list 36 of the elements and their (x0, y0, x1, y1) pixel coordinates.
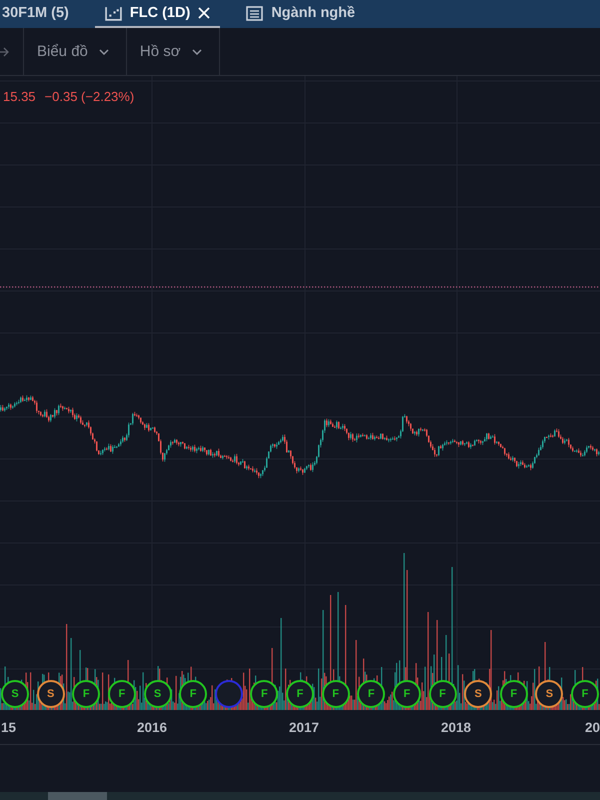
axis-label: 15 (0, 720, 16, 734)
tab[interactable]: FLC (1D) (94, 0, 220, 28)
axis-label: 20 (584, 720, 600, 734)
event-marker[interactable]: S (535, 680, 564, 708)
dropdown-menu-button[interactable]: Biểu đồ (24, 28, 127, 75)
chevron-down-icon (98, 48, 109, 54)
event-marker[interactable]: F (428, 680, 456, 708)
price-change: −0.35 (−2.23%) (44, 89, 134, 104)
close-price: 15.35 (3, 89, 36, 104)
event-marker[interactable]: F (179, 680, 208, 708)
event-marker[interactable] (214, 680, 243, 708)
close-tab-button[interactable] (198, 7, 210, 19)
scrollbar-thumb[interactable] (48, 792, 107, 800)
event-marker[interactable]: S (144, 680, 172, 708)
tab[interactable]: 30F1M (5) (0, 0, 79, 28)
event-marker[interactable]: F (357, 680, 386, 708)
list-icon (246, 6, 264, 20)
event-marker[interactable]: F (108, 680, 136, 708)
event-marker[interactable]: S (1, 680, 29, 708)
axis-label: 2018 (440, 720, 472, 734)
event-marker[interactable]: F (286, 680, 314, 708)
dropdown-menu-button[interactable]: Hồ sơ (126, 28, 220, 75)
axis-label: 2016 (136, 720, 168, 734)
event-marker[interactable]: S (36, 680, 65, 708)
arrow-right-icon[interactable] (0, 46, 9, 56)
event-marker[interactable]: F (250, 680, 278, 708)
chart-icon (104, 6, 122, 20)
event-marker[interactable]: S (464, 680, 492, 708)
tab[interactable]: Ngành nghề (236, 0, 366, 28)
axis-label: 2017 (288, 720, 320, 734)
event-marker[interactable]: F (392, 680, 421, 708)
close-icon (198, 7, 210, 19)
event-marker[interactable]: F (72, 680, 100, 708)
event-marker[interactable]: F (500, 680, 528, 708)
chevron-down-icon (192, 48, 202, 54)
event-marker[interactable]: F (571, 680, 599, 708)
